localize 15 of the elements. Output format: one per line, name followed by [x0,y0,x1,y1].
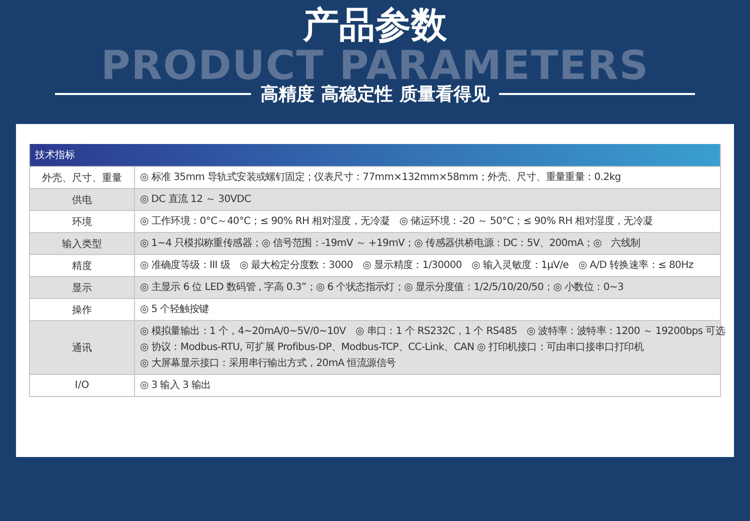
spec-text: ◎ 协议：Modbus-RTU, 可扩展 Profibus-DP、Modbus-TCP、CC-Link、CAN ◎ 打印机接口：可由串口接串口打印机 [140,341,645,354]
spec-text: ◎ 5 个轻触按键 [140,303,210,316]
spec-text: ◎ 大屏幕显示接口：采用串行输出方式，20mA 恒流源信号 [140,357,397,370]
spec-text: ◎ 模拟量输出：1 个，4~20mA/0~5V/0~10V ◎ 串口：1 个 RS232C，1 个 RS485 ◎ 波特率：波特率：1200 ～ 19200bps 可选 [140,325,725,338]
spec-text: ◎ 准确度等级：III 级 ◎ 最大检定分度数：3000 ◎ 显示精度：1/30000 ◎ 输入灵敏度：1μV/e ◎ A/D 转换速率：≤ 80Hz [140,259,694,272]
spec-text: ◎ 1~4 只模拟称重传感器；◎ 信号范围：-19mV ～ +19mV；◎ 传感器供桥电源：DC：5V、200mA；◎ 六线制 [140,237,642,250]
spec-text: ◎ 标准 35mm 导轨式安装或螺钉固定；仪表尺寸：77mm×132mm×58mm；外壳、尺寸、重量重量：0.2kg [140,171,622,184]
spec-text: ◎ DC 直流 12 ～ 30VDC [140,193,252,206]
row-label: I/O [30,375,135,396]
tagline: 高精度 高稳定性 质量看得见 [260,83,490,106]
page-title: 产品参数 [303,8,447,44]
table-header: 技术指标 [30,144,720,166]
spec-text: ◎ 工作环境：0°C～40°C；≤ 90% RH 相对湿度，无冷凝 ◎ 储运环境：-20 ～ 50°C；≤ 90% RH 相对湿度，无冷凝 [140,215,654,228]
spec-text: ◎ 主显示 6 位 LED 数码管 , 字高 0.3”；◎ 6 个状态指示灯；◎ 显示分度值：1/2/5/10/20/50；◎ 小数位：0~3 [140,281,625,294]
spec-text: ◎ 3 输入 3 输出 [140,379,212,392]
